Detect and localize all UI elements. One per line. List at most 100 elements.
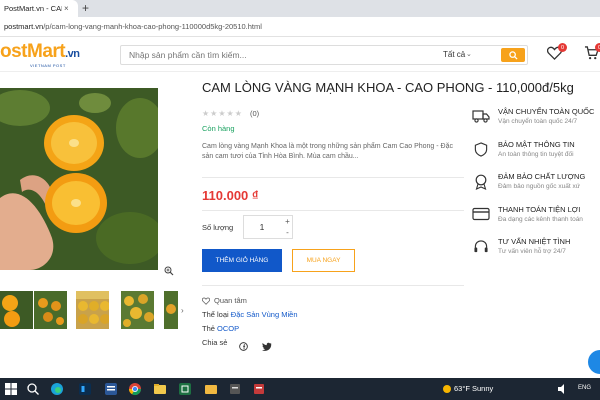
wishlist-button[interactable]: 0: [546, 43, 567, 65]
category-label: Thể loại: [202, 310, 229, 319]
search-input[interactable]: [121, 46, 421, 64]
divider: [202, 177, 464, 178]
truck-icon: [472, 110, 490, 123]
thumbnail-image: [0, 291, 33, 329]
service-title: VẬN CHUYỂN TOÀN QUỐC: [498, 107, 595, 116]
quantity-stepper: 1 + -: [243, 215, 293, 239]
volume-icon[interactable]: [556, 382, 570, 396]
service-subtitle: Tư vấn viên hỗ trợ 24/7: [498, 248, 566, 255]
twitter-icon: [262, 342, 272, 351]
thumbnail[interactable]: [76, 291, 109, 329]
facebook-icon: [239, 342, 248, 351]
buy-now-button[interactable]: MUA NGAY: [292, 249, 355, 272]
search-bar: Tất cả ⌄: [120, 45, 528, 65]
chrome-icon[interactable]: [128, 382, 142, 396]
thumbnail[interactable]: [0, 291, 33, 329]
service-subtitle: Vận chuyển toàn quốc 24/7: [498, 118, 578, 125]
service-quality: ĐẢM BẢO CHẤT LƯỢNG Đảm bảo nguồn gốc xuấ…: [472, 172, 600, 202]
category-link[interactable]: Đặc Sản Vùng Miền: [231, 310, 298, 319]
url-domain: postmart.vn: [4, 22, 44, 31]
site-header: ostMart.vn VIETNAM POST Tất cả ⌄ 0 0: [0, 38, 600, 72]
service-subtitle: Đảm bảo nguồn gốc xuất xứ: [498, 183, 581, 190]
address-bar[interactable]: postmart.vn/p/cam-long-vang-manh-khoa-ca…: [0, 17, 600, 37]
search-icon[interactable]: [26, 382, 40, 396]
category-line: Thể loại Đặc Sản Vùng Miền: [202, 310, 298, 319]
url-text[interactable]: postmart.vn/p/cam-long-vang-manh-khoa-ca…: [4, 22, 262, 31]
product-price: 110.000 ₫: [202, 188, 259, 203]
cart-count-badge: 0: [595, 43, 600, 52]
thumbnail-image: [164, 291, 178, 329]
thumbnail-image: [34, 291, 67, 329]
tag-link[interactable]: OCOP: [217, 324, 239, 333]
thumbnail-image: [121, 291, 154, 329]
service-shipping: VẬN CHUYỂN TOÀN QUỐC Vận chuyển toàn quố…: [472, 107, 600, 137]
language-indicator[interactable]: ENG: [578, 385, 591, 391]
weather-sun-icon: [443, 385, 451, 393]
share-twitter-button[interactable]: [262, 338, 272, 356]
card-icon: [472, 207, 490, 221]
word-icon[interactable]: [104, 382, 118, 396]
search-button[interactable]: [501, 48, 525, 62]
tab-close-icon[interactable]: ×: [64, 4, 69, 13]
service-payment: THANH TOÁN TIỆN LỢI Đa dạng các kênh tha…: [472, 205, 600, 235]
rating-stars: ★★★★★: [202, 109, 243, 118]
search-category-select[interactable]: Tất cả: [443, 50, 465, 59]
wishlist-toggle[interactable]: Quan tâm: [202, 296, 247, 305]
logo-subtext: VIETNAM POST: [30, 63, 66, 68]
divider: [202, 285, 464, 286]
taskbar: 63°F Sunny ENG: [0, 378, 600, 400]
url-path: /p/cam-long-vang-manh-khoa-cao-phong-110…: [43, 22, 262, 31]
thumbnail[interactable]: [34, 291, 67, 329]
thumbnail[interactable]: [164, 291, 178, 329]
folder-icon[interactable]: [204, 382, 218, 396]
app-icon[interactable]: [228, 382, 242, 396]
share-label: Chia sẻ: [202, 338, 228, 347]
service-title: THANH TOÁN TIỆN LỢI: [498, 205, 581, 214]
chat-button[interactable]: [588, 350, 600, 374]
medal-icon: [475, 174, 487, 190]
share-facebook-button[interactable]: [239, 338, 248, 356]
wishlist-count-badge: 0: [558, 43, 567, 52]
photoshop-icon[interactable]: [78, 382, 92, 396]
service-support: TƯ VẤN NHIỆT TÌNH Tư vấn viên hỗ trợ 24/…: [472, 237, 600, 267]
thumbnail-next-icon[interactable]: ›: [181, 306, 184, 315]
quantity-label: Số lượng: [202, 223, 234, 232]
new-tab-button[interactable]: +: [82, 1, 89, 15]
browser-tab[interactable]: PostMart.vn - CAM LÒNG VÀNG MẠNH KHOA ×: [0, 0, 78, 17]
review-count[interactable]: (0): [250, 109, 259, 118]
wishlist-label: Quan tâm: [214, 296, 247, 305]
excel-icon[interactable]: [178, 382, 192, 396]
zoom-button[interactable]: [164, 263, 174, 281]
product-title: CAM LÒNG VÀNG MẠNH KHOA - CAO PHONG - 11…: [202, 80, 574, 95]
logo-suffix: .vn: [65, 48, 80, 60]
service-title: ĐẢM BẢO CHẤT LƯỢNG: [498, 172, 586, 181]
divider: [202, 210, 464, 211]
quantity-increase-button[interactable]: +: [282, 217, 293, 226]
file-explorer-icon[interactable]: [153, 382, 167, 396]
heart-outline-icon: [202, 297, 210, 305]
headset-icon: [474, 240, 488, 253]
thumbnail-image: [76, 291, 109, 329]
chevron-down-icon[interactable]: ⌄: [466, 50, 472, 58]
add-to-cart-button[interactable]: THÊM GIỎ HÀNG: [202, 249, 282, 272]
quantity-input[interactable]: 1: [244, 222, 280, 232]
browser-tab-bar: PostMart.vn - CAM LÒNG VÀNG MẠNH KHOA × …: [0, 0, 600, 17]
windows-start-icon[interactable]: [4, 382, 18, 396]
service-subtitle: An toàn thông tin tuyệt đối: [498, 151, 574, 158]
service-subtitle: Đa dạng các kênh thanh toán: [498, 216, 583, 223]
tab-title: PostMart.vn - CAM LÒNG VÀNG MẠNH KHOA: [4, 4, 62, 13]
product-description: Cam lòng vàng Mạnh Khoa là một trong nhữ…: [202, 143, 453, 160]
service-security: BẢO MẬT THÔNG TIN An toàn thông tin tuyệ…: [472, 140, 600, 170]
tag-line: Thẻ OCOP: [202, 324, 239, 333]
shield-icon: [474, 142, 488, 157]
app-icon[interactable]: [252, 382, 266, 396]
search-icon: [508, 50, 518, 60]
cart-button[interactable]: 0: [584, 43, 600, 65]
site-logo[interactable]: ostMart.vn: [0, 41, 80, 63]
edge-icon[interactable]: [50, 382, 64, 396]
weather-text[interactable]: 63°F Sunny: [454, 384, 493, 393]
logo-main: ostMart: [0, 41, 66, 62]
quantity-decrease-button[interactable]: -: [282, 228, 293, 237]
product-main-image[interactable]: [0, 88, 158, 270]
thumbnail[interactable]: [121, 291, 154, 329]
